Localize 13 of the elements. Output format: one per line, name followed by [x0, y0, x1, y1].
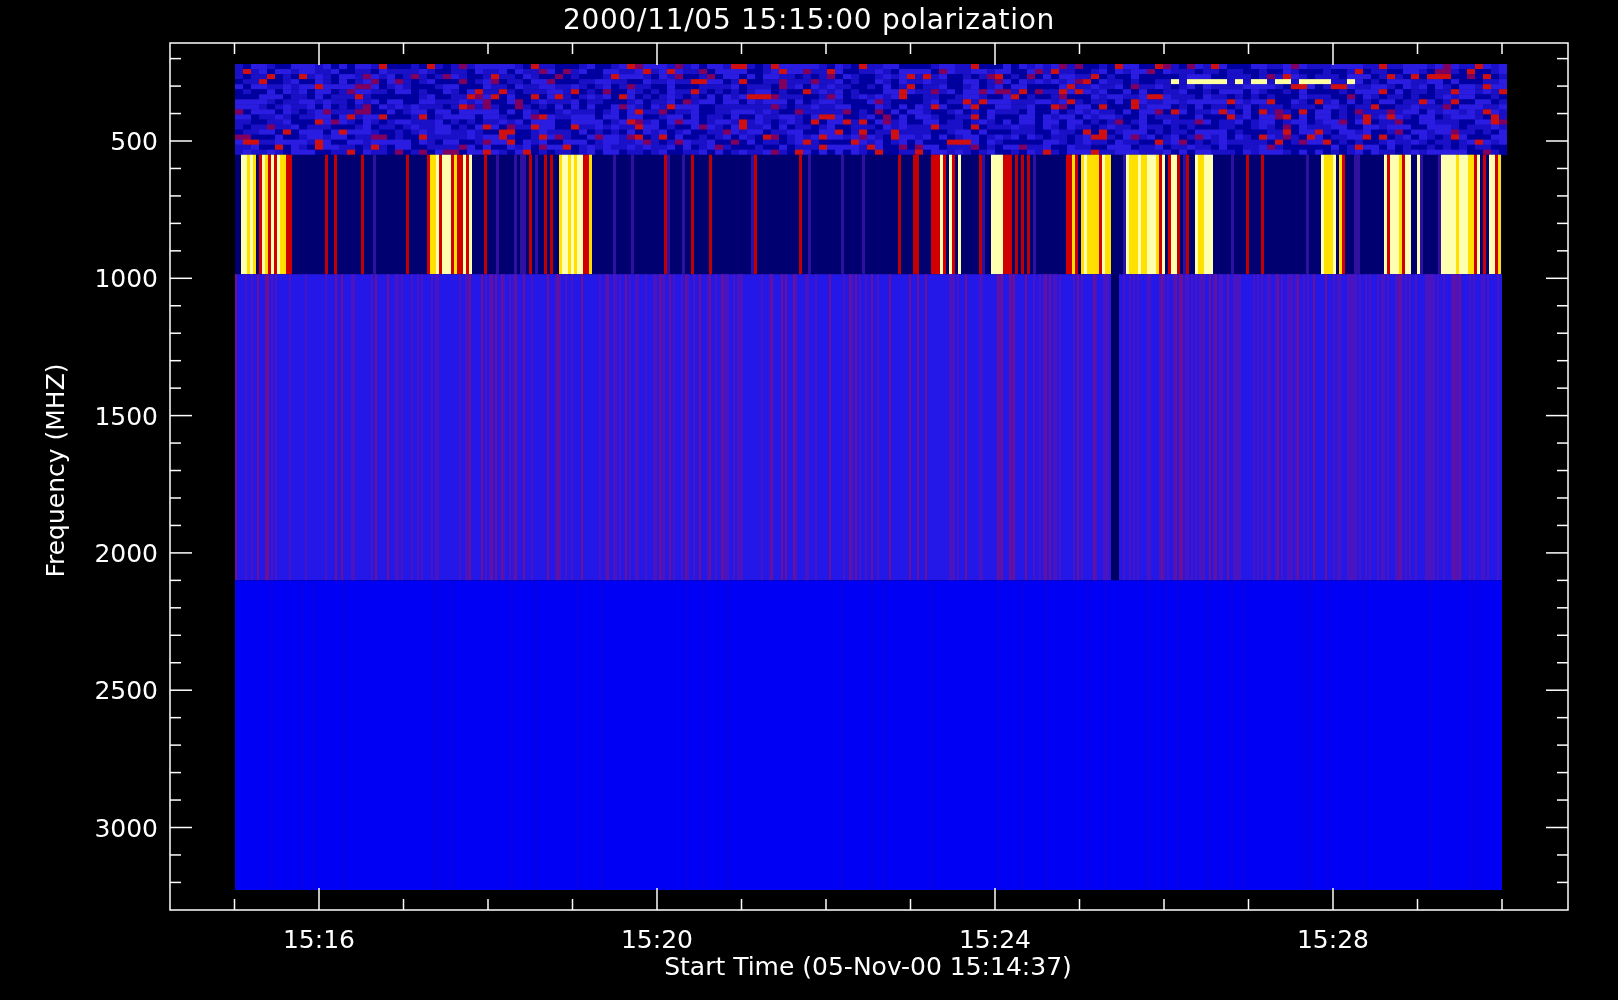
- y-tick-label: 500: [110, 127, 158, 156]
- y-axis-label: Frequency (MHZ): [41, 363, 70, 578]
- x-tick-label: 15:24: [959, 925, 1031, 954]
- y-tick-label: 2500: [94, 676, 158, 706]
- x-tick-label: 15:28: [1297, 925, 1369, 954]
- x-tick-label: 15:20: [621, 925, 693, 954]
- plot-title: 2000/11/05 15:15:00 polarization: [563, 2, 1055, 38]
- y-tick-label: 3000: [94, 813, 158, 843]
- y-tick-label: 1000: [94, 264, 158, 294]
- x-axis-label: Start Time (05-Nov-00 15:14:37): [664, 952, 1072, 981]
- y-tick-label: 2000: [94, 538, 158, 568]
- x-tick-label: 15:16: [283, 925, 355, 954]
- y-tick-label: 1500: [94, 401, 158, 431]
